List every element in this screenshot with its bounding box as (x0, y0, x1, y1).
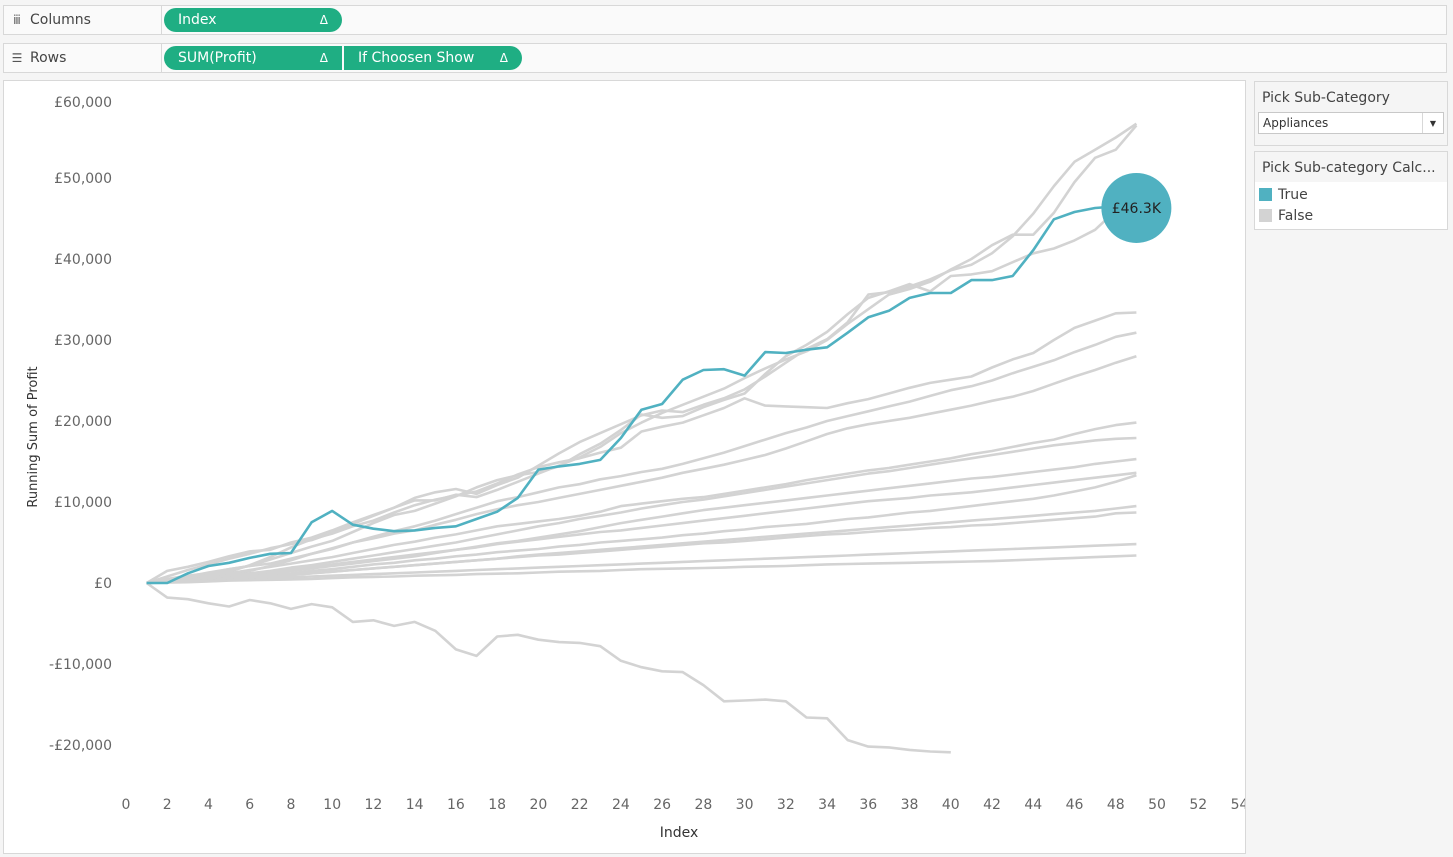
x-tick-label: 30 (736, 797, 754, 813)
columns-label: Columns (30, 12, 91, 28)
x-tick-label: 28 (694, 797, 712, 813)
x-tick-label: 18 (488, 797, 506, 813)
series-line-muted[interactable] (146, 122, 1138, 585)
y-tick-label: £20,000 (54, 414, 112, 430)
x-tick-label: 0 (122, 797, 131, 813)
legend-item-true[interactable]: True (1255, 184, 1447, 205)
y-tick-label: -£20,000 (49, 738, 112, 754)
delta-icon: Δ (319, 13, 328, 27)
x-tick-label: 10 (323, 797, 341, 813)
x-axis-title: Index (660, 825, 699, 841)
x-tick-label: 36 (859, 797, 877, 813)
filter-title: Pick Sub-Category (1262, 90, 1390, 106)
line-chart: £60,000 £50,000 £40,000 £30,000 £20,000 £10,0… (26, 95, 1249, 841)
y-axis: £60,000 £50,000 £40,000 £30,000 £20,000 £10,0… (49, 95, 112, 754)
series-line-muted[interactable] (145, 581, 951, 754)
y-tick-label: £50,000 (54, 171, 112, 187)
columns-icon: ⅲ (13, 13, 21, 27)
x-tick-label: 22 (571, 797, 589, 813)
x-tick-label: 14 (406, 797, 424, 813)
legend-label-false: False (1278, 207, 1314, 224)
sub-category-filter: Pick Sub-Category Appliances ▼ (1254, 81, 1448, 146)
end-label-group: £46.3K (1101, 172, 1172, 243)
x-tick-label: 44 (1024, 797, 1042, 813)
end-point-label: £46.3K (1112, 201, 1162, 217)
x-tick-label: 24 (612, 797, 630, 813)
y-tick-label: -£10,000 (49, 657, 112, 673)
y-tick-label: £60,000 (54, 95, 112, 111)
x-tick-label: 52 (1189, 797, 1207, 813)
y-tick-label: £0 (94, 576, 112, 592)
delta-icon: Δ (319, 51, 328, 65)
x-tick-label: 54 (1231, 797, 1245, 813)
legend-items: True False (1255, 182, 1447, 229)
y-axis-title: Running Sum of Profit (26, 366, 41, 507)
x-tick-label: 4 (204, 797, 213, 813)
chevron-down-icon[interactable]: ▼ (1422, 113, 1443, 133)
x-tick-label: 6 (245, 797, 254, 813)
x-tick-label: 50 (1148, 797, 1166, 813)
legend-swatch-false (1259, 209, 1272, 222)
rows-shelf: ☰ Rows SUM(Profit) Δ If Choosen Show Δ (3, 43, 1447, 73)
columns-shelf-label: ⅲ Columns (4, 6, 162, 34)
x-tick-label: 42 (983, 797, 1001, 813)
x-tick-label: 32 (777, 797, 795, 813)
if-choosen-show-pill-label: If Choosen Show (358, 50, 475, 66)
x-tick-label: 46 (1066, 797, 1084, 813)
series-line-highlight[interactable] (146, 205, 1137, 585)
sum-profit-pill-label: SUM(Profit) (178, 50, 257, 66)
y-tick-label: £40,000 (54, 252, 112, 268)
x-tick-label: 34 (818, 797, 836, 813)
legend-label-true: True (1278, 186, 1308, 203)
x-tick-label: 8 (286, 797, 295, 813)
legend-title: Pick Sub-category Calc... (1262, 160, 1436, 176)
rows-icon: ☰ (11, 51, 23, 65)
y-tick-label: £10,000 (54, 495, 112, 511)
series-line-muted[interactable] (145, 124, 1138, 585)
y-tick-label: £30,000 (54, 333, 112, 349)
delta-icon: Δ (499, 51, 508, 65)
x-tick-label: 12 (365, 797, 383, 813)
x-tick-label: 2 (163, 797, 172, 813)
x-tick-label: 38 (901, 797, 919, 813)
sum-profit-pill[interactable]: SUM(Profit) Δ (164, 46, 342, 70)
rows-label: Rows (30, 50, 67, 66)
x-tick-label: 16 (447, 797, 465, 813)
index-pill-label: Index (178, 12, 217, 28)
columns-shelf: ⅲ Columns Index Δ (3, 5, 1447, 35)
color-legend: Pick Sub-category Calc... True False (1254, 151, 1448, 230)
index-pill[interactable]: Index Δ (164, 8, 342, 32)
x-tick-label: 40 (942, 797, 960, 813)
if-choosen-show-pill[interactable]: If Choosen Show Δ (344, 46, 522, 70)
legend-item-false[interactable]: False (1255, 205, 1447, 226)
muted-series-group (145, 122, 1138, 754)
highlight-series-group (146, 205, 1137, 585)
rows-shelf-label: ☰ Rows (4, 44, 162, 72)
sub-category-dropdown[interactable]: Appliances ▼ (1258, 112, 1444, 134)
x-tick-label: 26 (653, 797, 671, 813)
x-tick-label: 48 (1107, 797, 1125, 813)
x-axis: 0 2 4 6 8 10 12 14 16 18 20 22 24 26 28 30 32 34 36 38 40 42 4… (122, 797, 1249, 813)
chart-panel: £60,000 £50,000 £40,000 £30,000 £20,000 £10,0… (3, 80, 1249, 854)
legend-swatch-true (1259, 188, 1272, 201)
dropdown-value: Appliances (1263, 116, 1329, 130)
x-tick-label: 20 (529, 797, 547, 813)
